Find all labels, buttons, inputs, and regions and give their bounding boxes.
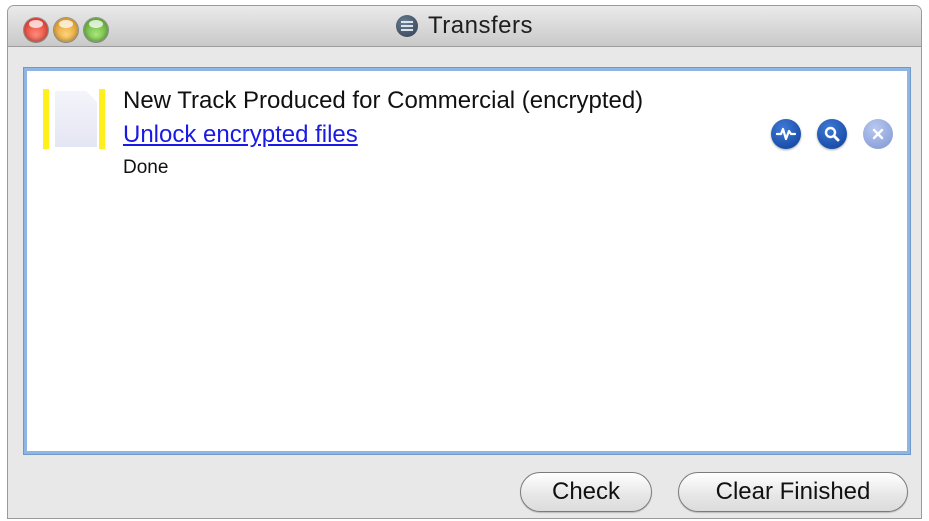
window-title: Transfers [428,12,533,39]
unlock-files-link[interactable]: Unlock encrypted files [123,121,358,149]
waveform-icon[interactable] [771,119,801,149]
check-button[interactable]: Check [520,472,652,512]
transfer-item[interactable]: New Track Produced for Commercial (encry… [27,71,907,181]
app-icon [396,15,419,37]
transfer-status: Done [123,157,169,178]
remove-icon[interactable] [863,119,893,149]
transfers-window: Transfers New Track Produced for Commerc… [8,6,921,518]
title-bar: Transfers [8,6,921,47]
transfers-list[interactable]: New Track Produced for Commercial (encry… [24,68,910,454]
magnifier-icon[interactable] [817,119,847,149]
transfer-title: New Track Produced for Commercial (encry… [123,87,644,114]
title-group: Transfers [8,6,921,46]
file-icon [43,89,105,149]
clear-finished-button[interactable]: Clear Finished [678,472,908,512]
